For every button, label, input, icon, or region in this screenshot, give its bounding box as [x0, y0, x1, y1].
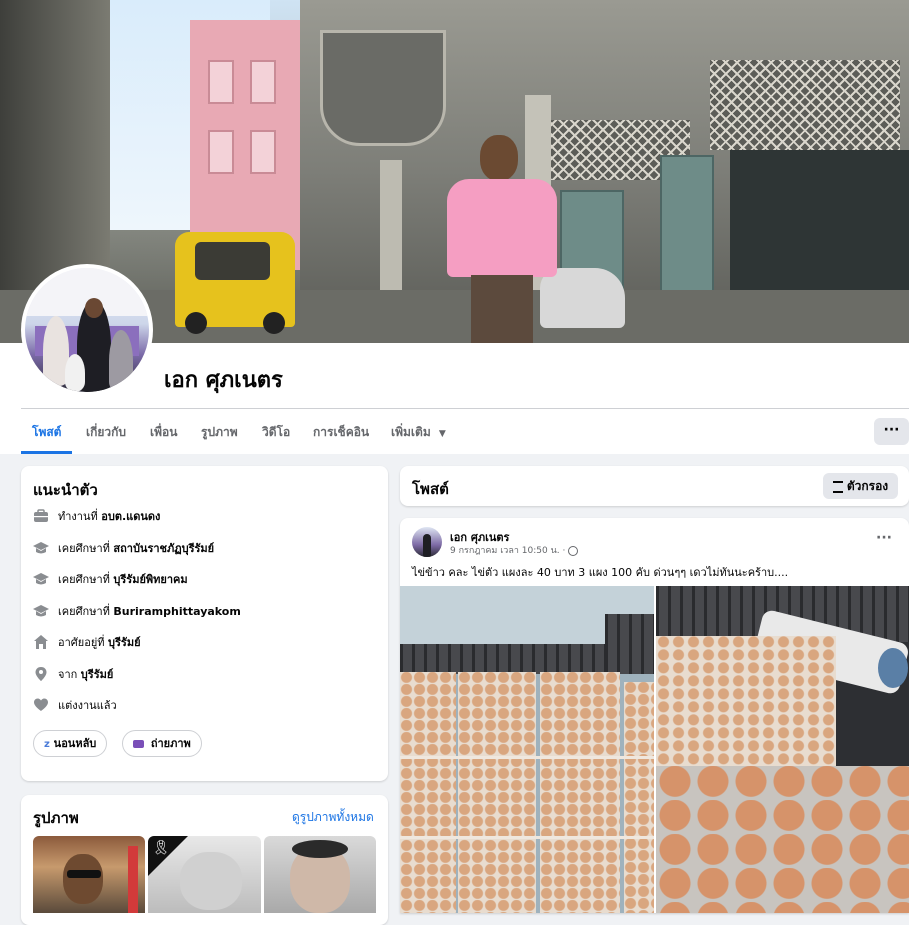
intro-row-value[interactable]: อบต.แดนดง [101, 507, 160, 525]
intro-row-prefix: ทำงานที่ [58, 510, 98, 523]
graduation-cap-icon [33, 540, 49, 556]
profile-avatar[interactable] [21, 264, 153, 396]
tab-videos[interactable]: วิดีโอ [262, 412, 290, 454]
photo-thumb-1[interactable] [33, 836, 145, 913]
graduation-cap-icon [33, 603, 49, 619]
photo-thumb-2[interactable]: 🎗 [148, 836, 261, 913]
intro-row-relationship: แต่งงานแล้ว [33, 695, 117, 715]
tab-friends[interactable]: เพื่อน [150, 412, 177, 454]
post-photo-2[interactable] [656, 586, 909, 913]
filter-label: ตัวกรอง [846, 479, 889, 493]
intro-row-education-2: เคยศึกษาที่ บุรีรัมย์พิทยาคม [33, 569, 188, 589]
post-menu-button[interactable]: ··· [876, 530, 892, 546]
intro-row-value[interactable]: บุรีรัมย์ [81, 665, 114, 683]
photos-title: รูปภาพ [33, 809, 79, 827]
hobby-label: นอนหลับ [53, 737, 97, 750]
intro-row-prefix: แต่งงานแล้ว [58, 699, 117, 712]
post-timestamp[interactable]: 9 กรกฎาคม เวลา 10:50 น. · [450, 543, 579, 557]
see-all-photos-link[interactable]: ดูรูปภาพทั้งหมด [292, 808, 374, 827]
tab-checkins[interactable]: การเช็คอิน [313, 412, 369, 454]
intro-row-lives: อาศัยอยู่ที่ บุรีรัมย์ [33, 632, 141, 652]
intro-row-work: ทำงานที่ อบต.แดนดง [33, 506, 160, 526]
post-text: ไข่ข้าว คละ ไข่ตัว แผงละ 40 บาท 3 แผง 10… [412, 566, 789, 579]
intro-row-education-1: เคยศึกษาที่ สถาบันราชภัฏบุรีรัมย์ [33, 538, 214, 558]
tab-more-label: เพิ่มเติม [391, 425, 431, 439]
graduation-cap-icon [33, 571, 49, 587]
heart-icon [33, 697, 49, 713]
sliders-icon [832, 480, 843, 493]
briefcase-icon [33, 508, 49, 524]
intro-row-prefix: เคยศึกษาที่ [58, 605, 110, 618]
post-author-avatar[interactable] [412, 527, 442, 557]
intro-row-prefix: อาศัยอยู่ที่ [58, 636, 105, 649]
filter-button[interactable]: ตัวกรอง [823, 473, 898, 499]
intro-row-value[interactable]: บุรีรัมย์พิทยาคม [113, 570, 187, 588]
location-pin-icon [33, 666, 49, 682]
intro-row-value[interactable]: Buriramphittayakom [113, 605, 240, 618]
header-divider [21, 408, 909, 409]
hobby-label: ถ่ายภาพ [150, 737, 191, 750]
post-time: 9 กรกฎาคม เวลา 10:50 น. · [450, 546, 566, 556]
sleep-icon: z [44, 739, 50, 750]
tab-more[interactable]: เพิ่มเติม ▼ [391, 412, 446, 454]
intro-row-prefix: เคยศึกษาที่ [58, 573, 110, 586]
hobby-chip-photography[interactable]: ถ่ายภาพ [122, 730, 202, 757]
intro-row-education-3: เคยศึกษาที่ Buriramphittayakom [33, 601, 241, 621]
profile-more-button[interactable]: ··· [874, 418, 909, 445]
camera-icon [133, 740, 144, 748]
intro-row-prefix: จาก [58, 668, 78, 681]
posts-title: โพสต์ [412, 480, 449, 498]
cover-man-pink-shirt [447, 135, 557, 343]
hobby-chip-sleep[interactable]: z นอนหลับ [33, 730, 108, 757]
tab-photos[interactable]: รูปภาพ [201, 412, 238, 454]
photo-thumb-3[interactable] [264, 836, 376, 913]
intro-row-value[interactable]: บุรีรัมย์ [108, 633, 141, 651]
mourning-ribbon-icon: 🎗 [152, 840, 170, 856]
profile-tabs: โพสต์ เกี่ยวกับ เพื่อน รูปภาพ วิดีโอ การ… [21, 412, 909, 454]
home-icon [33, 634, 49, 650]
caret-down-icon: ▼ [438, 429, 446, 439]
tab-posts[interactable]: โพสต์ [21, 412, 73, 454]
profile-name: เอก ศุภเนตร [164, 368, 283, 393]
globe-icon [568, 545, 579, 556]
cover-tuktuk [175, 232, 295, 334]
intro-row-prefix: เคยศึกษาที่ [58, 542, 110, 555]
tab-about[interactable]: เกี่ยวกับ [86, 412, 126, 454]
intro-row-value[interactable]: สถาบันราชภัฏบุรีรัมย์ [113, 539, 214, 557]
intro-title: แนะนำตัว [33, 481, 98, 499]
post-photo-1[interactable] [400, 586, 654, 913]
intro-row-from: จาก บุรีรัมย์ [33, 664, 113, 684]
